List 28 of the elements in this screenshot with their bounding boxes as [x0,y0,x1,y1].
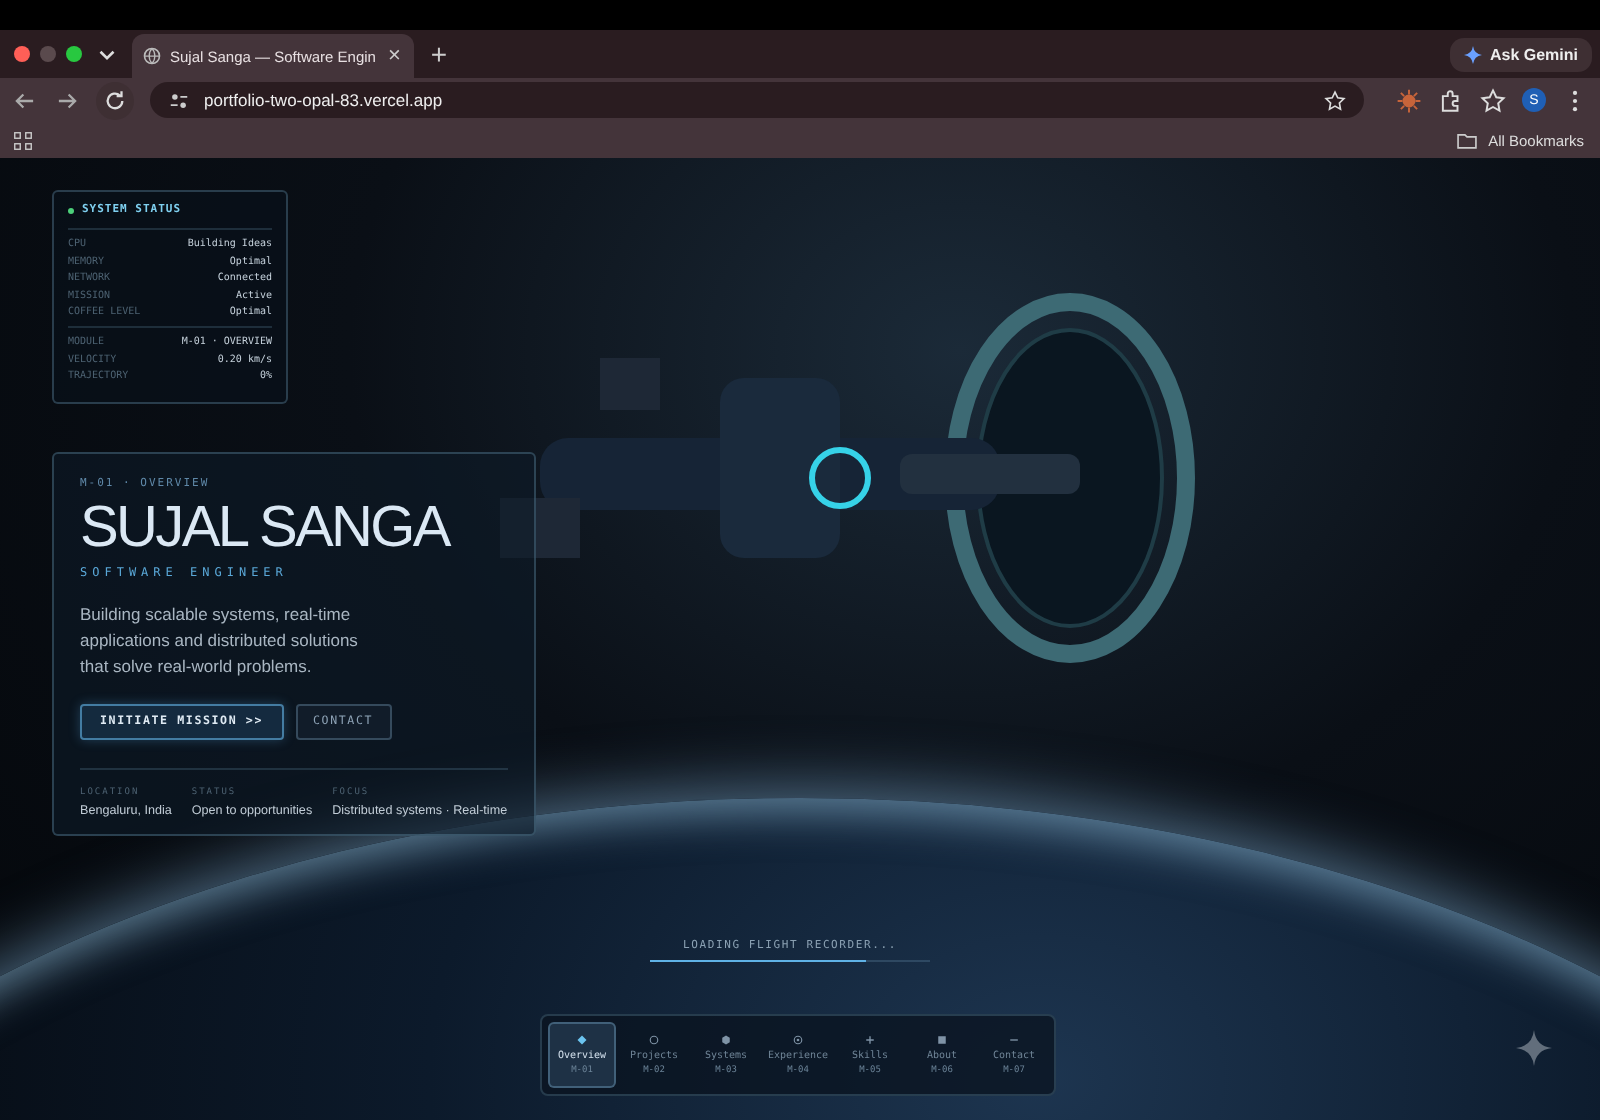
plus-icon [864,1034,876,1046]
hero-name: SUJAL SANGA [80,496,452,562]
reload-icon[interactable] [96,81,134,119]
url-text: portfolio-two-opal-83.vercel.app [204,90,443,110]
ask-button[interactable]: Ask Gemini [1449,37,1592,71]
sparkle-icon [1463,45,1482,63]
extension-bug-icon[interactable] [1396,87,1422,113]
close-window-icon[interactable] [14,46,30,62]
circle-icon [648,1034,660,1046]
folder-icon [1456,129,1479,151]
status-indicator-dot [68,207,74,213]
diamond-icon [576,1034,588,1046]
zoom-window-icon[interactable] [66,46,82,62]
new-tab-button[interactable]: + [426,38,452,70]
site-controls-icon[interactable] [168,89,190,111]
dash-icon [1008,1034,1020,1046]
hexagon-icon [720,1034,732,1046]
apps-grid-icon[interactable] [12,129,34,151]
hero-summary: Building scalable systems, real-time applications and distributed solutions that solve real-world problems. [80,602,360,680]
square-icon [936,1034,948,1046]
puzzle-icon[interactable] [1438,87,1464,113]
sparkle-icon [1516,1030,1552,1066]
star-list-icon[interactable] [1480,87,1506,113]
target-icon [792,1034,804,1046]
globe-icon [142,46,162,66]
bookmark-star-icon[interactable] [1324,89,1346,111]
address-bar[interactable]: portfolio-two-opal-83.vercel.app [150,82,1364,118]
close-tab-button[interactable]: × [383,44,405,68]
